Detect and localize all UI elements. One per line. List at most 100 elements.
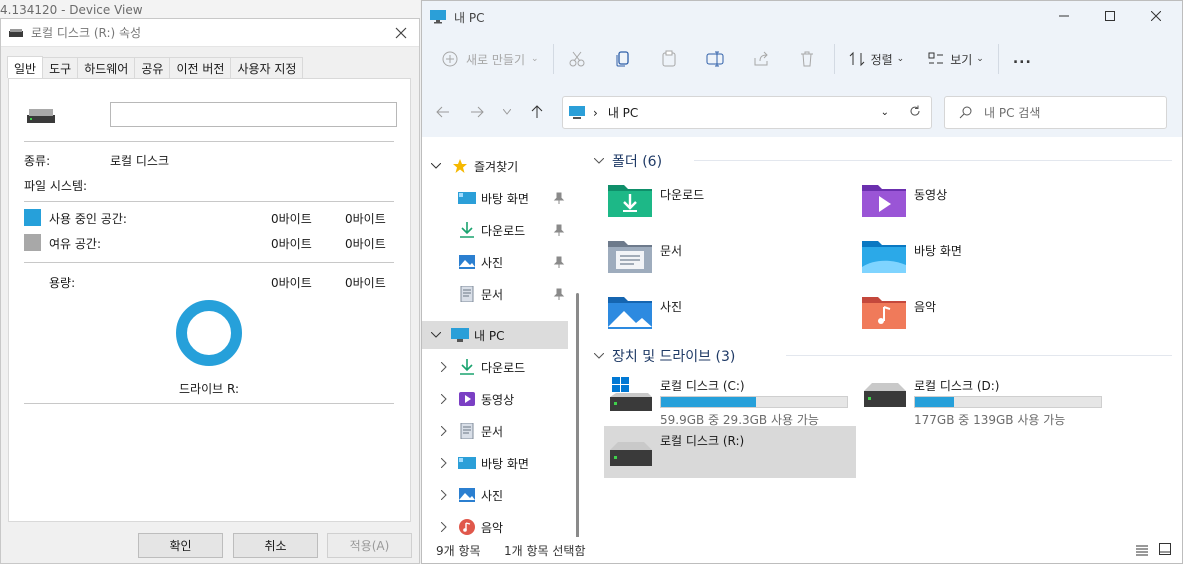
chevron-down-icon[interactable]: ⌄ (881, 107, 889, 118)
tab-tools[interactable]: 도구 (42, 57, 79, 78)
drive-usage-fill (661, 397, 756, 407)
nav-quick-pictures[interactable]: 사진 (422, 248, 568, 276)
folder-name: 문서 (660, 244, 683, 258)
divider (24, 262, 394, 263)
divider (997, 44, 999, 74)
minimize-icon[interactable] (1050, 5, 1078, 27)
capacity-size: 0바이트 (345, 276, 386, 290)
filesystem-label: 파일 시스템: (24, 179, 88, 193)
drive-c[interactable]: 로컬 디스크 (C:) 59.9GB 중 29.3GB 사용 가능 (604, 371, 856, 427)
drives-section-header[interactable]: 장치 및 드라이브 (3) (594, 346, 735, 366)
tab-customize[interactable]: 사용자 지정 (230, 57, 304, 78)
downloads-folder-icon (608, 185, 652, 217)
desktop-icon (458, 192, 476, 204)
apply-button[interactable]: 적용(A) (327, 533, 412, 558)
drive-r[interactable]: 로컬 디스크 (R:) (604, 426, 856, 478)
close-icon[interactable] (391, 23, 411, 43)
pictures-icon (459, 255, 475, 269)
tab-previous-versions[interactable]: 이전 버전 (169, 57, 232, 78)
details-view-icon[interactable] (1136, 544, 1148, 556)
nav-quick-downloads[interactable]: 다운로드 (422, 216, 568, 244)
back-arrow-icon[interactable] (434, 103, 452, 121)
chevron-right-icon (438, 457, 450, 469)
folders-section-header[interactable]: 폴더 (6) (594, 151, 662, 171)
drive-icon (9, 28, 23, 37)
nav-pc-videos[interactable]: 동영상 (422, 385, 568, 413)
command-bar: 새로 만들기 ⌄ 정렬 ⌄ 보기 ⌄ ... (422, 33, 1182, 85)
free-space-swatch (24, 234, 41, 251)
refresh-icon[interactable] (909, 105, 921, 120)
folder-pictures[interactable]: 사진 (608, 293, 682, 329)
maximize-icon[interactable] (1096, 5, 1124, 27)
drive-name-input[interactable] (110, 102, 397, 127)
free-space-size: 0바이트 (345, 237, 386, 251)
drive-letter-label: 드라이브 R: (179, 382, 239, 396)
folder-name: 바탕 화면 (914, 244, 962, 258)
folder-videos[interactable]: 동영상 (862, 181, 947, 217)
nav-label: 바탕 화면 (481, 456, 529, 471)
pin-icon[interactable] (553, 288, 565, 300)
up-arrow-icon[interactable] (528, 103, 546, 121)
selection-count: 1개 항목 선택함 (504, 544, 586, 558)
divider (786, 355, 1172, 356)
divider (24, 201, 394, 202)
new-button[interactable]: 새로 만들기 ⌄ (434, 43, 547, 75)
sort-button[interactable]: 정렬 ⌄ (841, 43, 913, 75)
search-icon (959, 106, 972, 119)
share-icon[interactable] (744, 43, 778, 75)
forward-arrow-icon[interactable] (468, 103, 486, 121)
folder-desktop[interactable]: 바탕 화면 (862, 237, 962, 273)
nav-pc-downloads[interactable]: 다운로드 (422, 353, 568, 381)
recent-locations-icon[interactable] (498, 103, 516, 121)
close-icon[interactable] (1142, 5, 1170, 27)
used-space-label: 사용 중인 공간: (49, 212, 127, 226)
folder-documents[interactable]: 문서 (608, 237, 682, 273)
tab-general[interactable]: 일반 (7, 56, 44, 78)
pin-icon[interactable] (553, 224, 565, 236)
nav-label: 다운로드 (481, 360, 526, 375)
usage-donut-chart (176, 300, 242, 366)
desktop-folder-icon (862, 241, 906, 273)
copy-icon[interactable] (606, 43, 640, 75)
more-options-button[interactable]: ... (1005, 43, 1040, 75)
search-input[interactable]: 내 PC 검색 (984, 104, 1040, 121)
pin-icon[interactable] (553, 192, 565, 204)
nav-this-pc[interactable]: 내 PC (422, 321, 568, 349)
folder-name: 사진 (660, 300, 683, 314)
delete-icon[interactable] (790, 43, 824, 75)
tiles-view-icon[interactable] (1159, 543, 1171, 555)
nav-quick-access[interactable]: 즐겨찾기 (422, 152, 568, 180)
nav-pc-documents[interactable]: 문서 (422, 417, 568, 445)
used-space-bytes: 0바이트 (271, 212, 312, 226)
download-icon (460, 359, 474, 375)
drive-d[interactable]: 로컬 디스크 (D:) 177GB 중 139GB 사용 가능 (858, 371, 1110, 427)
monitor-icon (569, 105, 585, 119)
capacity-bytes: 0바이트 (271, 276, 312, 290)
hard-drive-icon (864, 383, 906, 407)
monitor-icon (451, 328, 469, 342)
cut-icon[interactable] (560, 43, 594, 75)
tab-hardware[interactable]: 하드웨어 (77, 57, 136, 78)
address-bar[interactable]: › 내 PC ⌄ (562, 96, 932, 129)
folder-name: 다운로드 (660, 188, 705, 202)
nav-quick-documents[interactable]: 문서 (422, 280, 568, 308)
drives-header-label: 장치 및 드라이브 (3) (612, 349, 736, 365)
nav-pc-desktop[interactable]: 바탕 화면 (422, 449, 568, 477)
cancel-button[interactable]: 취소 (233, 533, 318, 558)
tab-sharing[interactable]: 공유 (134, 57, 171, 78)
folder-downloads[interactable]: 다운로드 (608, 181, 704, 217)
nav-scrollbar[interactable] (576, 293, 579, 543)
drive-usage-bar (660, 396, 848, 408)
nav-pc-pictures[interactable]: 사진 (422, 481, 568, 509)
folder-music[interactable]: 음악 (862, 293, 936, 329)
ok-button[interactable]: 확인 (138, 533, 223, 558)
search-box[interactable]: 내 PC 검색 (944, 96, 1167, 129)
sort-icon (849, 51, 864, 67)
breadcrumb[interactable]: 내 PC (608, 104, 638, 121)
pin-icon[interactable] (553, 256, 565, 268)
paste-icon[interactable] (652, 43, 686, 75)
rename-icon[interactable] (698, 43, 732, 75)
view-button[interactable]: 보기 ⌄ (920, 43, 992, 75)
used-space-swatch (24, 209, 41, 226)
nav-quick-desktop[interactable]: 바탕 화면 (422, 184, 568, 212)
